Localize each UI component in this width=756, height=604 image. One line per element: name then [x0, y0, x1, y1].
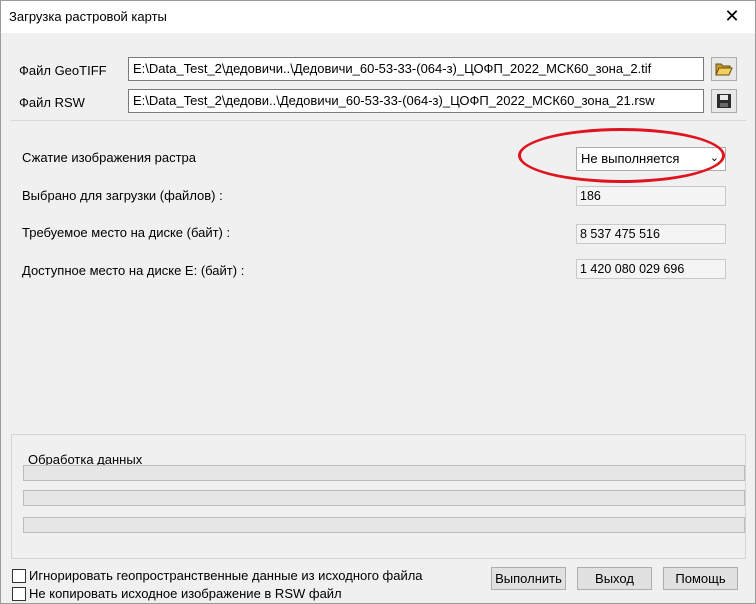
main-panel: Файл GeoTIFF E:\Data_Test_2\дедовичи..\Д…	[11, 43, 746, 425]
available-space-value: 1 420 080 029 696	[576, 259, 726, 279]
open-folder-button[interactable]	[711, 57, 737, 81]
progress-bar-1	[23, 465, 745, 481]
window-title: Загрузка растровой карты	[9, 9, 167, 24]
selected-files-label: Выбрано для загрузки (файлов) :	[22, 188, 223, 203]
save-file-button[interactable]	[711, 89, 737, 113]
title-bar: Загрузка растровой карты ✕	[1, 1, 755, 33]
file-section: Файл GeoTIFF E:\Data_Test_2\дедовичи..\Д…	[11, 43, 746, 121]
close-button[interactable]: ✕	[709, 1, 755, 32]
folder-open-icon	[715, 63, 733, 76]
rsw-label: Файл RSW	[19, 95, 85, 110]
dialog-window: Загрузка растровой карты ✕ Файл GeoTIFF …	[0, 0, 756, 604]
rsw-path-field[interactable]: E:\Data_Test_2\дедови..\Дедовичи_60-53-3…	[128, 89, 704, 113]
run-button[interactable]: Выполнить	[491, 567, 566, 590]
floppy-disk-icon	[717, 94, 731, 108]
compression-label: Сжатие изображения растра	[22, 150, 196, 165]
required-space-value: 8 537 475 516	[576, 224, 726, 244]
geotiff-label: Файл GeoTIFF	[19, 63, 107, 78]
no-copy-checkbox[interactable]	[12, 587, 26, 601]
no-copy-label: Не копировать исходное изображение в RSW…	[29, 586, 342, 601]
ignore-geo-checkbox[interactable]	[12, 569, 26, 583]
required-space-label: Требуемое место на диске (байт) :	[22, 225, 231, 240]
processing-group: Обработка данных	[11, 434, 746, 559]
available-space-label: Доступное место на диске E: (байт) :	[22, 263, 245, 278]
selected-files-value: 186	[576, 186, 726, 206]
geotiff-path-field[interactable]: E:\Data_Test_2\дедовичи..\Дедовичи_60-53…	[128, 57, 704, 81]
exit-button[interactable]: Выход	[577, 567, 652, 590]
annotation-ellipse	[518, 128, 725, 183]
help-button[interactable]: Помощь	[663, 567, 738, 590]
progress-bar-3	[23, 517, 745, 533]
ignore-geo-label: Игнорировать геопространственные данные …	[29, 568, 423, 583]
progress-bar-2	[23, 490, 745, 506]
